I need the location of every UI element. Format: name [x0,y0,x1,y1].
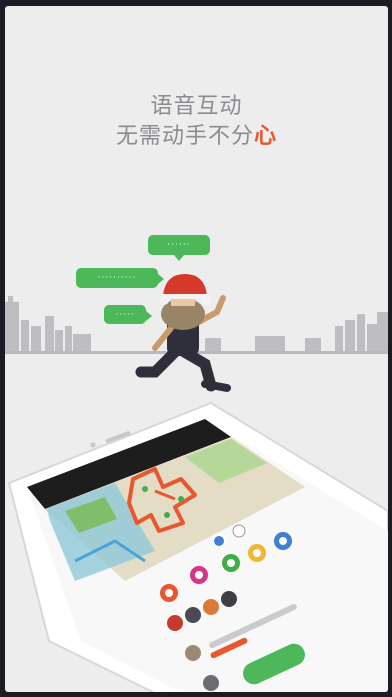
runner-illustration [135,274,231,392]
phone-mockup [7,401,388,692]
headline-line-2: 无需动手不分心 [5,122,388,152]
headline-line-2-text: 无需动手不分 [115,124,254,149]
speech-bubble-top: ······ [148,235,210,261]
promo-card: 语音互动 无需动手不分心 ······ ·········· ····· [5,6,388,692]
headline-accent-char: 心 [254,124,278,149]
app-store-screenshot: 语音互动 无需动手不分心 ······ ·········· ····· [0,0,392,697]
promo-headline: 语音互动 无需动手不分心 [5,92,388,152]
headline-line-1: 语音互动 [150,94,243,119]
